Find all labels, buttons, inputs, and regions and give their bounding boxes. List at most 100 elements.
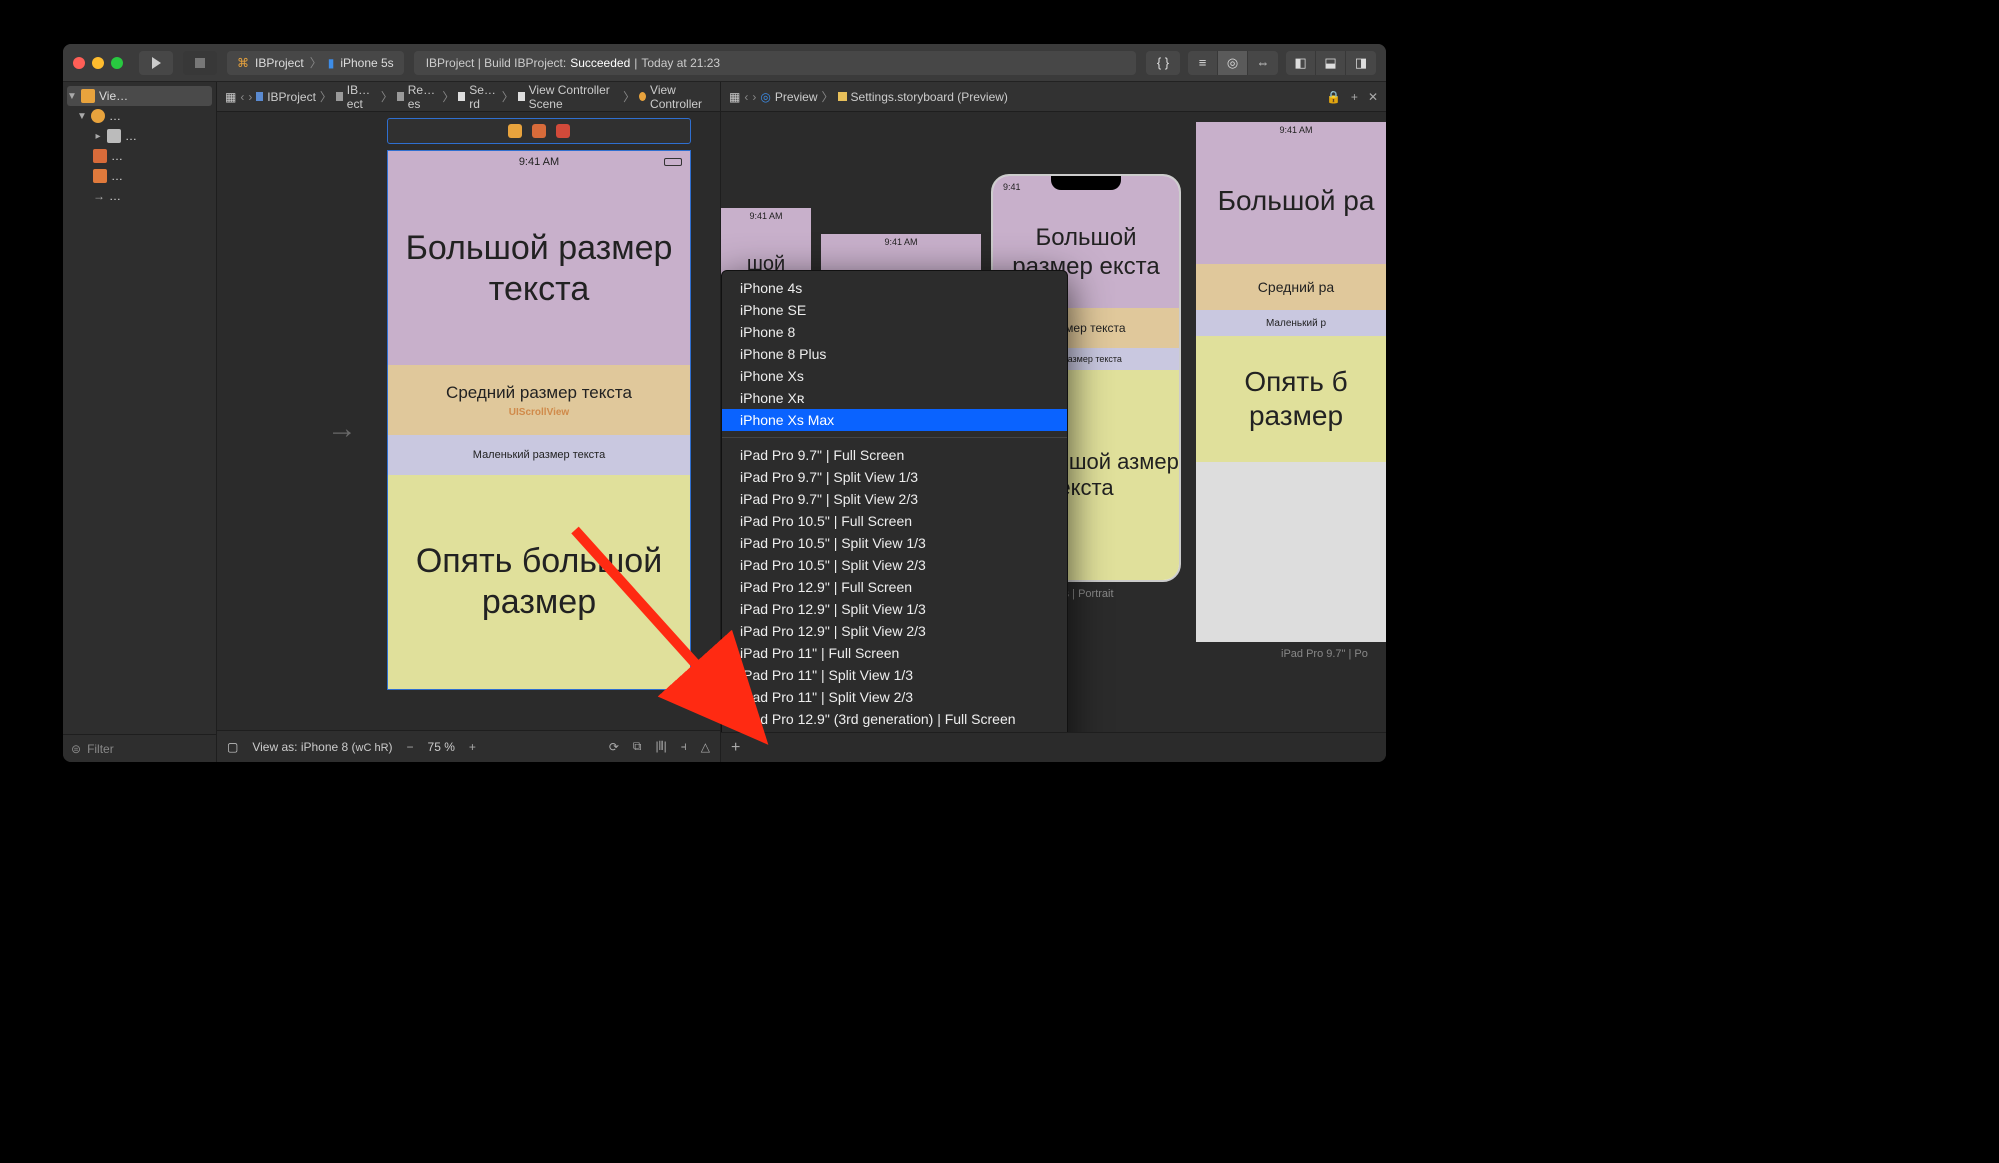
label-big-2[interactable]: Опять большой размер [388,475,690,689]
disclosure-icon[interactable]: ▼ [77,111,87,122]
ib-canvas[interactable]: → 9:41 AM Большой размер текста Средний … [217,112,720,730]
crumb[interactable]: View Controller Scene [529,83,620,111]
standard-editor-button[interactable]: ≡ [1188,51,1218,75]
view-as-button[interactable]: View as: iPhone 8 (wC hR) [252,740,392,754]
lock-icon[interactable]: 🔒 [1326,90,1341,104]
nav-item[interactable]: ▼ … [67,106,212,126]
related-items-icon[interactable]: ▦ [729,90,740,104]
device-menu-item[interactable]: iPad Pro 12.9" (3rd generation) | Full S… [722,708,1067,730]
ib-device-frame[interactable]: 9:41 AM Большой размер текста Средний ра… [387,150,691,690]
close-editor-button[interactable]: ✕ [1368,90,1378,104]
device-menu-item[interactable]: iPad Pro 10.5" | Full Screen [722,510,1067,532]
preview-device-ipad[interactable]: 9:41 AM Большой ра Средний ра Маленький … [1196,122,1386,642]
editor-mode-seg: ≡ ◎ ⇔ [1188,51,1278,75]
device-menu-item[interactable]: iPad Pro 10.5" | Split View 1/3 [722,532,1067,554]
run-button[interactable] [139,51,173,75]
label-small[interactable]: Маленький размер текста [388,435,690,475]
zoom-out-button[interactable]: − [407,740,414,754]
outline-toggle-icon[interactable]: ▢ [227,740,238,754]
editor-breadcrumbs[interactable]: ▦ ‹ › IBProject〉 IB…ect〉 Re…es〉 Se…rd〉 V… [217,82,720,112]
exit-handle-icon[interactable] [556,124,570,138]
forward-button[interactable]: › [248,90,252,104]
device-menu-item[interactable]: iPhone 4s [722,277,1067,299]
preview-icon: ◎ [760,90,770,104]
crumb[interactable]: IB…ect [347,83,377,111]
update-frames-button[interactable]: ⟳ [609,740,619,754]
crumb[interactable]: View Controller [650,83,712,111]
crumb[interactable]: Re…es [408,83,439,111]
embed-button[interactable]: ⧉ [633,739,642,754]
forward-button[interactable]: › [752,90,756,104]
assistant-editor-button[interactable]: ◎ [1218,51,1248,75]
disclosure-icon[interactable]: ▼ [67,91,77,102]
crumb-preview[interactable]: Preview [775,90,818,104]
toggle-inspector-button[interactable]: ◨ [1346,51,1376,75]
device-menu-item[interactable]: iPad Pro 9.7" | Split View 1/3 [722,466,1067,488]
device-menu-item[interactable]: iPad Pro 9.7" | Full Screen [722,444,1067,466]
device-menu-item[interactable]: iPad Pro 12.9" | Full Screen [722,576,1067,598]
device-menu-item[interactable]: iPhone 8 Plus [722,343,1067,365]
label-big-2: Опять б размер [1196,336,1386,462]
device-menu-item[interactable]: iPad Pro 12.9" | Split View 1/3 [722,598,1067,620]
panel-left-icon: ◧ [1294,55,1306,71]
device-menu-item[interactable]: iPad Pro 9.7" | Split View 2/3 [722,488,1067,510]
device-menu-item[interactable]: iPhone Xs Max [722,409,1067,431]
nav-item[interactable]: … [67,146,212,166]
back-button[interactable]: ‹ [744,90,748,104]
zoom-level[interactable]: 75 % [428,740,455,754]
zoom-window-button[interactable] [111,57,123,69]
device-menu-item[interactable]: iPhone 8 [722,321,1067,343]
nav-item[interactable]: … [67,166,212,186]
status-time: 9:41 AM [1279,125,1312,135]
preview-breadcrumbs[interactable]: ▦ ‹ › ◎ Preview 〉 Settings.storyboard (P… [721,82,1386,112]
align-button[interactable]: |⫴| [655,739,666,754]
nav-item-root[interactable]: ▼ Vie… [67,86,212,106]
crumb[interactable]: Se…rd [469,83,498,111]
pin-button[interactable]: ⫞ [681,739,687,754]
scheme-selector[interactable]: ⌘ IBProject 〉 ▮ iPhone 5s [227,51,404,75]
device-menu-item[interactable]: iPhone Xʀ [722,387,1067,409]
device-menu-item[interactable]: iPad Pro 11" | Full Screen [722,642,1067,664]
first-responder-handle-icon[interactable] [532,124,546,138]
nav-label: … [109,189,121,203]
navigator-filter[interactable]: ⊜ Filter [63,734,216,762]
device-menu-item[interactable]: iPad Pro 11" | Split View 2/3 [722,686,1067,708]
nav-item[interactable]: ▸ … [67,126,212,146]
crumb[interactable]: IBProject [267,90,316,104]
navigator-tree[interactable]: ▼ Vie… ▼ … ▸ … … [63,82,216,734]
label-text: Маленький р [1266,318,1326,329]
device-menu-item[interactable]: iPhone Xs [722,365,1067,387]
label-medium[interactable]: Средний размер текста UIScrollView [388,365,690,435]
disclosure-icon[interactable]: ▸ [93,131,103,142]
label-big-1[interactable]: Большой размер текста [388,173,690,365]
device-menu-item[interactable]: iPad Pro 10.5" | Split View 2/3 [722,554,1067,576]
stop-button[interactable] [183,51,217,75]
related-items-icon[interactable]: ▦ [225,90,236,104]
device-menu-item[interactable]: iPad Pro 11" | Split View 1/3 [722,664,1067,686]
toggle-debug-button[interactable]: ⬓ [1316,51,1346,75]
window-controls [73,57,123,69]
menu-separator [722,437,1067,438]
zoom-in-button[interactable]: + [469,740,476,754]
storyboard-icon [838,92,847,101]
close-window-button[interactable] [73,57,85,69]
nav-item[interactable]: → … [67,186,212,206]
resolve-button[interactable]: △ [701,740,710,754]
add-editor-button[interactable]: + [1351,90,1358,104]
crumb-file[interactable]: Settings.storyboard (Preview) [851,90,1008,104]
label-text: Маленький размер текста [473,449,605,461]
version-editor-button[interactable]: ⇔ [1248,51,1278,75]
toggle-navigator-button[interactable]: ◧ [1286,51,1316,75]
back-button[interactable]: ‹ [240,90,244,104]
device-menu-item[interactable]: iPad Pro 12.9" (3rd generation) | Split … [722,730,1067,732]
device-picker-menu[interactable]: iPhone 4siPhone SEiPhone 8iPhone 8 Plusi… [721,270,1068,732]
viewcontroller-handle-icon[interactable] [508,124,522,138]
device-menu-item[interactable]: iPhone SE [722,299,1067,321]
device-menu-item[interactable]: iPad Pro 12.9" | Split View 2/3 [722,620,1067,642]
scene-header[interactable] [387,118,691,144]
minimize-window-button[interactable] [92,57,104,69]
code-review-button[interactable]: { } [1146,51,1180,75]
preview-canvas[interactable]: 9:41 AM шой 9:41 AM Большой 9:41 Большой… [721,112,1386,732]
add-device-button[interactable]: + [731,739,740,757]
activity-status: IBProject | Build IBProject: Succeeded |… [414,51,1136,75]
